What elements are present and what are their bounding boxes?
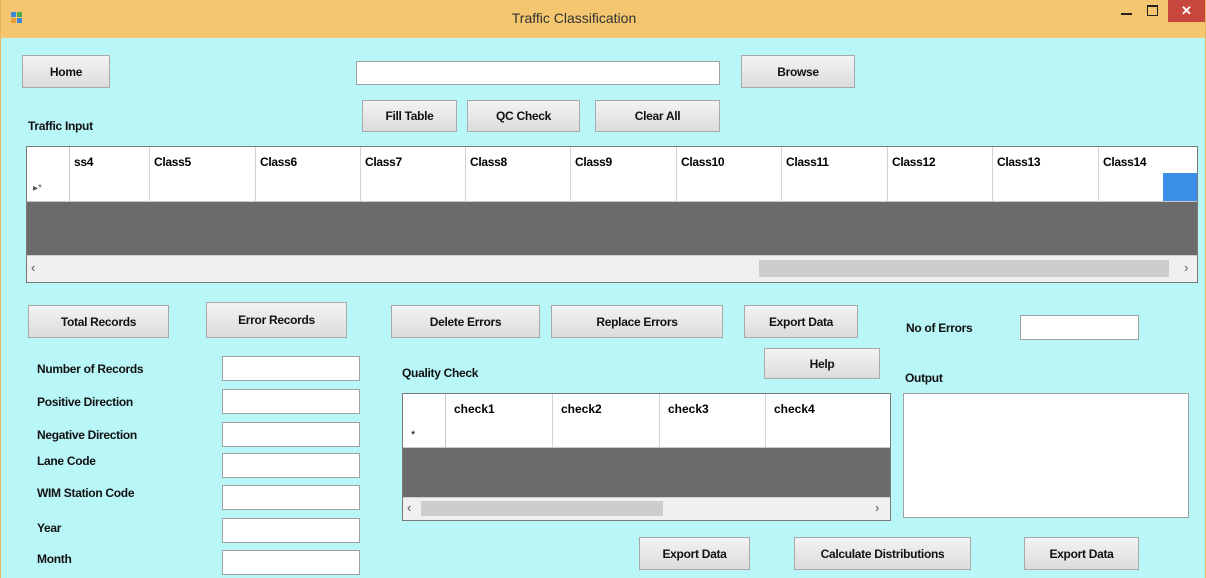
export-data-button[interactable]: Export Data bbox=[744, 305, 858, 338]
column-header[interactable]: check1 bbox=[446, 394, 553, 420]
no-of-errors-field[interactable] bbox=[1020, 315, 1139, 340]
grid-cell[interactable] bbox=[466, 173, 571, 201]
column-header[interactable]: check3 bbox=[660, 394, 766, 420]
browse-button[interactable]: Browse bbox=[741, 55, 855, 88]
delete-errors-button[interactable]: Delete Errors bbox=[391, 305, 540, 338]
grid-cell[interactable] bbox=[361, 173, 466, 201]
window-title: Traffic Classification bbox=[511, 10, 637, 26]
positive-direction-field[interactable] bbox=[222, 389, 360, 414]
row-header-corner bbox=[403, 394, 446, 420]
lane-code-label: Lane Code bbox=[37, 454, 96, 468]
no-of-errors-label: No of Errors bbox=[906, 321, 973, 335]
column-header[interactable]: ss4 bbox=[70, 147, 150, 173]
scroll-right-icon[interactable]: › bbox=[1184, 260, 1188, 275]
home-button[interactable]: Home bbox=[22, 55, 110, 88]
total-records-button[interactable]: Total Records bbox=[28, 305, 169, 338]
new-row-marker: ▸* bbox=[27, 173, 70, 201]
negative-direction-field[interactable] bbox=[222, 422, 360, 447]
quality-grid-header: check1 check2 check3 check4 bbox=[403, 394, 890, 421]
maximize-button[interactable] bbox=[1140, 0, 1166, 22]
column-header[interactable]: Class6 bbox=[256, 147, 361, 173]
calculate-distributions-button[interactable]: Calculate Distributions bbox=[794, 537, 971, 570]
column-header[interactable]: Class12 bbox=[888, 147, 993, 173]
minimize-button[interactable] bbox=[1114, 0, 1140, 22]
grid-cell[interactable] bbox=[553, 420, 660, 447]
column-header[interactable]: Class11 bbox=[782, 147, 888, 173]
traffic-grid-scrollbar[interactable]: ‹ › bbox=[27, 255, 1197, 282]
traffic-grid-header: ss4 Class5 Class6 Class7 Class8 Class9 C… bbox=[27, 147, 1197, 174]
grid-cell[interactable] bbox=[70, 173, 150, 201]
column-header[interactable]: Class9 bbox=[571, 147, 677, 173]
maximize-icon bbox=[1147, 5, 1158, 16]
number-of-records-field[interactable] bbox=[222, 356, 360, 381]
wim-station-code-label: WIM Station Code bbox=[37, 486, 135, 500]
selected-cell[interactable] bbox=[1163, 173, 1197, 201]
close-icon: ✕ bbox=[1181, 3, 1192, 18]
grid-cell[interactable] bbox=[677, 173, 782, 201]
grid-cell[interactable] bbox=[888, 173, 993, 201]
new-row[interactable]: * bbox=[403, 420, 890, 448]
export-data-button-2[interactable]: Export Data bbox=[639, 537, 750, 570]
year-label: Year bbox=[37, 521, 62, 535]
grid-cell[interactable] bbox=[1099, 173, 1163, 201]
quality-check-grid[interactable]: check1 check2 check3 check4 * ‹ › bbox=[402, 393, 891, 521]
positive-direction-label: Positive Direction bbox=[37, 395, 133, 409]
qc-check-button[interactable]: QC Check bbox=[467, 100, 580, 132]
lane-code-field[interactable] bbox=[222, 453, 360, 478]
scroll-left-icon[interactable]: ‹ bbox=[31, 260, 35, 275]
scroll-thumb[interactable] bbox=[421, 501, 663, 516]
wim-station-code-field[interactable] bbox=[222, 485, 360, 510]
traffic-input-label: Traffic Input bbox=[28, 119, 93, 133]
new-row-marker: * bbox=[403, 420, 446, 447]
year-field[interactable] bbox=[222, 518, 360, 543]
traffic-input-grid[interactable]: ss4 Class5 Class6 Class7 Class8 Class9 C… bbox=[26, 146, 1198, 283]
month-field[interactable] bbox=[222, 550, 360, 575]
row-header-corner bbox=[27, 147, 70, 173]
title-bar: Traffic Classification ✕ bbox=[1, 0, 1205, 38]
output-label: Output bbox=[905, 371, 943, 385]
column-header[interactable]: Class13 bbox=[993, 147, 1099, 173]
column-header[interactable]: Class14 bbox=[1099, 147, 1197, 173]
grid-cell[interactable] bbox=[660, 420, 766, 447]
scroll-left-icon[interactable]: ‹ bbox=[407, 500, 411, 515]
column-header[interactable]: Class8 bbox=[466, 147, 571, 173]
negative-direction-label: Negative Direction bbox=[37, 428, 137, 442]
quality-check-label: Quality Check bbox=[402, 366, 479, 380]
error-records-button[interactable]: Error Records bbox=[206, 302, 347, 338]
month-label: Month bbox=[37, 552, 72, 566]
grid-cell[interactable] bbox=[782, 173, 888, 201]
column-header[interactable]: check2 bbox=[553, 394, 660, 420]
scroll-right-icon[interactable]: › bbox=[875, 500, 879, 515]
minimize-icon bbox=[1121, 13, 1132, 15]
scroll-thumb[interactable] bbox=[759, 260, 1169, 277]
close-button[interactable]: ✕ bbox=[1168, 0, 1205, 22]
grid-cell[interactable] bbox=[256, 173, 361, 201]
new-row[interactable]: ▸* bbox=[27, 173, 1197, 202]
file-path-input[interactable] bbox=[356, 61, 720, 85]
column-header[interactable]: Class5 bbox=[150, 147, 256, 173]
grid-cell[interactable] bbox=[993, 173, 1099, 201]
column-header[interactable]: Class7 bbox=[361, 147, 466, 173]
output-box[interactable] bbox=[903, 393, 1189, 518]
grid-cell[interactable] bbox=[571, 173, 677, 201]
clear-all-button[interactable]: Clear All bbox=[595, 100, 720, 132]
grid-cell[interactable] bbox=[150, 173, 256, 201]
column-header[interactable]: Class10 bbox=[677, 147, 782, 173]
grid-cell[interactable] bbox=[766, 420, 890, 447]
export-data-button-3[interactable]: Export Data bbox=[1024, 537, 1139, 570]
quality-grid-scrollbar[interactable]: ‹ › bbox=[403, 497, 890, 520]
replace-errors-button[interactable]: Replace Errors bbox=[551, 305, 723, 338]
help-button[interactable]: Help bbox=[764, 348, 880, 379]
column-header[interactable]: check4 bbox=[766, 394, 890, 420]
grid-cell[interactable] bbox=[446, 420, 553, 447]
app-window: Traffic Classification ✕ Home Browse Fil… bbox=[0, 0, 1206, 578]
fill-table-button[interactable]: Fill Table bbox=[362, 100, 457, 132]
number-of-records-label: Number of Records bbox=[37, 362, 144, 376]
